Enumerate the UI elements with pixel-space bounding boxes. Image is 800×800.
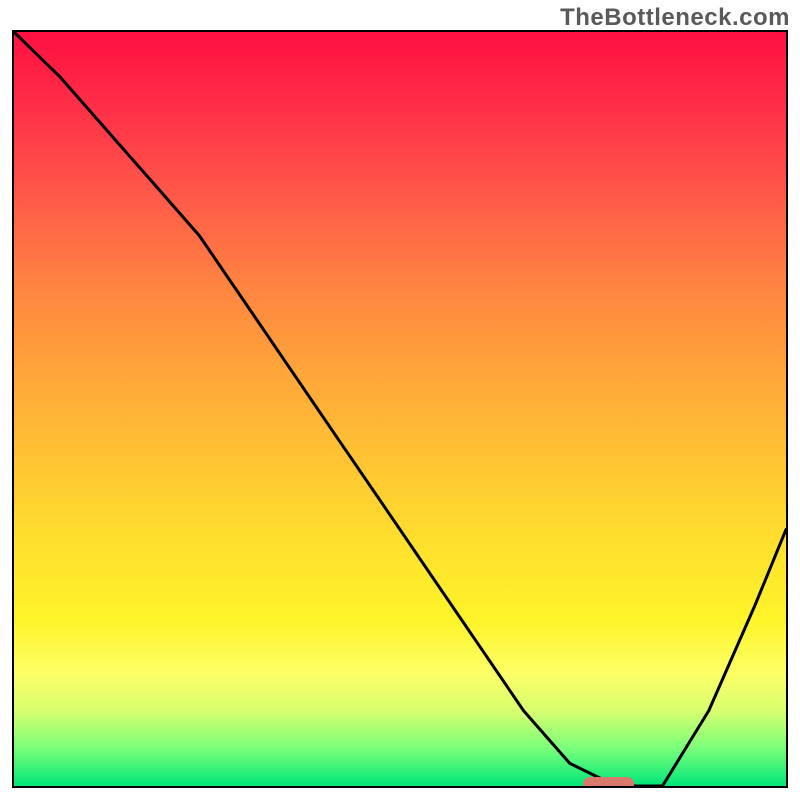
bottleneck-curve [14,32,786,786]
plot-area [12,30,788,788]
watermark-label: TheBottleneck.com [560,4,790,32]
chart-frame: TheBottleneck.com [0,0,800,800]
optimal-marker [583,777,635,788]
